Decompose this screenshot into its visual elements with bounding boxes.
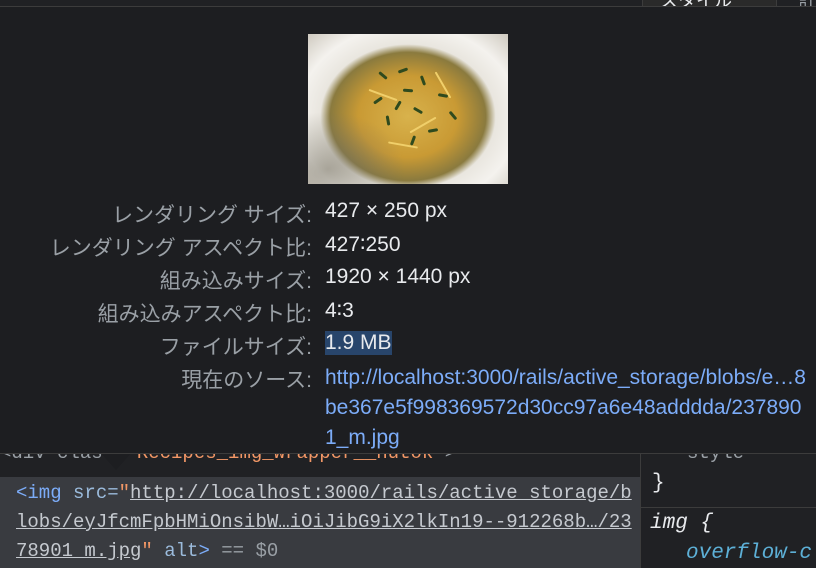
tooltip-caret — [100, 452, 132, 470]
styles-pane: style } img { overflow-c — [641, 452, 816, 568]
img-tag-open: <img — [16, 482, 62, 504]
info-row-intrinsic-size: 組み込みサイズ: 1920 × 1440 px — [0, 265, 816, 295]
image-info-tooltip: レンダリング サイズ: 427 × 250 px レンダリング アスペクト比: … — [0, 6, 816, 454]
intrinsic-size-label: 組み込みサイズ: — [159, 270, 312, 293]
rendered-size-value: 427 × 250 px — [325, 199, 448, 222]
intrinsic-aspect-label: 組み込みアスペクト比: — [97, 303, 312, 326]
rendered-aspect-label: レンダリング アスペクト比: — [49, 237, 312, 260]
current-source-link[interactable]: http://localhost:3000/rails/active_stora… — [325, 363, 809, 453]
elements-pane: <div class="Recipes_img_wrapper__hutok">… — [0, 452, 640, 568]
img-element-node[interactable]: <img src="http://localhost:3000/rails/ac… — [16, 479, 638, 566]
info-row-intrinsic-aspect: 組み込みアスペクト比: 4∶3 — [0, 298, 816, 328]
current-source-label: 現在のソース: — [181, 369, 312, 392]
file-size-value: 1.9 MB — [325, 331, 392, 355]
src-quote-open: " — [118, 482, 131, 504]
src-quote-close: " — [141, 540, 153, 562]
alt-attribute: alt — [152, 540, 199, 562]
rendered-size-label: レンダリング サイズ: — [111, 204, 312, 227]
rendered-aspect-value: 427∶250 — [325, 233, 401, 256]
overflow-property[interactable]: overflow-c — [686, 542, 812, 565]
img-tag-close: > — [198, 540, 210, 562]
src-attribute: src= — [61, 482, 119, 504]
info-row-rendered-aspect: レンダリング アスペクト比: 427∶250 — [0, 232, 816, 262]
rule-close-brace: } — [652, 472, 665, 495]
img-rule-selector[interactable]: img { — [650, 512, 713, 535]
info-row-file-size: ファイルサイズ: 1.9 MB — [0, 331, 816, 361]
thumbnail-shadow — [308, 34, 508, 184]
file-size-label: ファイルサイズ: — [159, 336, 312, 359]
rule-separator — [641, 507, 816, 508]
info-row-current-source: 現在のソース: http://localhost:3000/rails/acti… — [0, 364, 816, 454]
intrinsic-size-value: 1920 × 1440 px — [325, 265, 471, 288]
console-reference: == $0 — [209, 540, 279, 562]
info-row-rendered-size: レンダリング サイズ: 427 × 250 px — [0, 199, 816, 229]
image-thumbnail — [308, 34, 508, 184]
intrinsic-aspect-value: 4∶3 — [325, 299, 354, 322]
